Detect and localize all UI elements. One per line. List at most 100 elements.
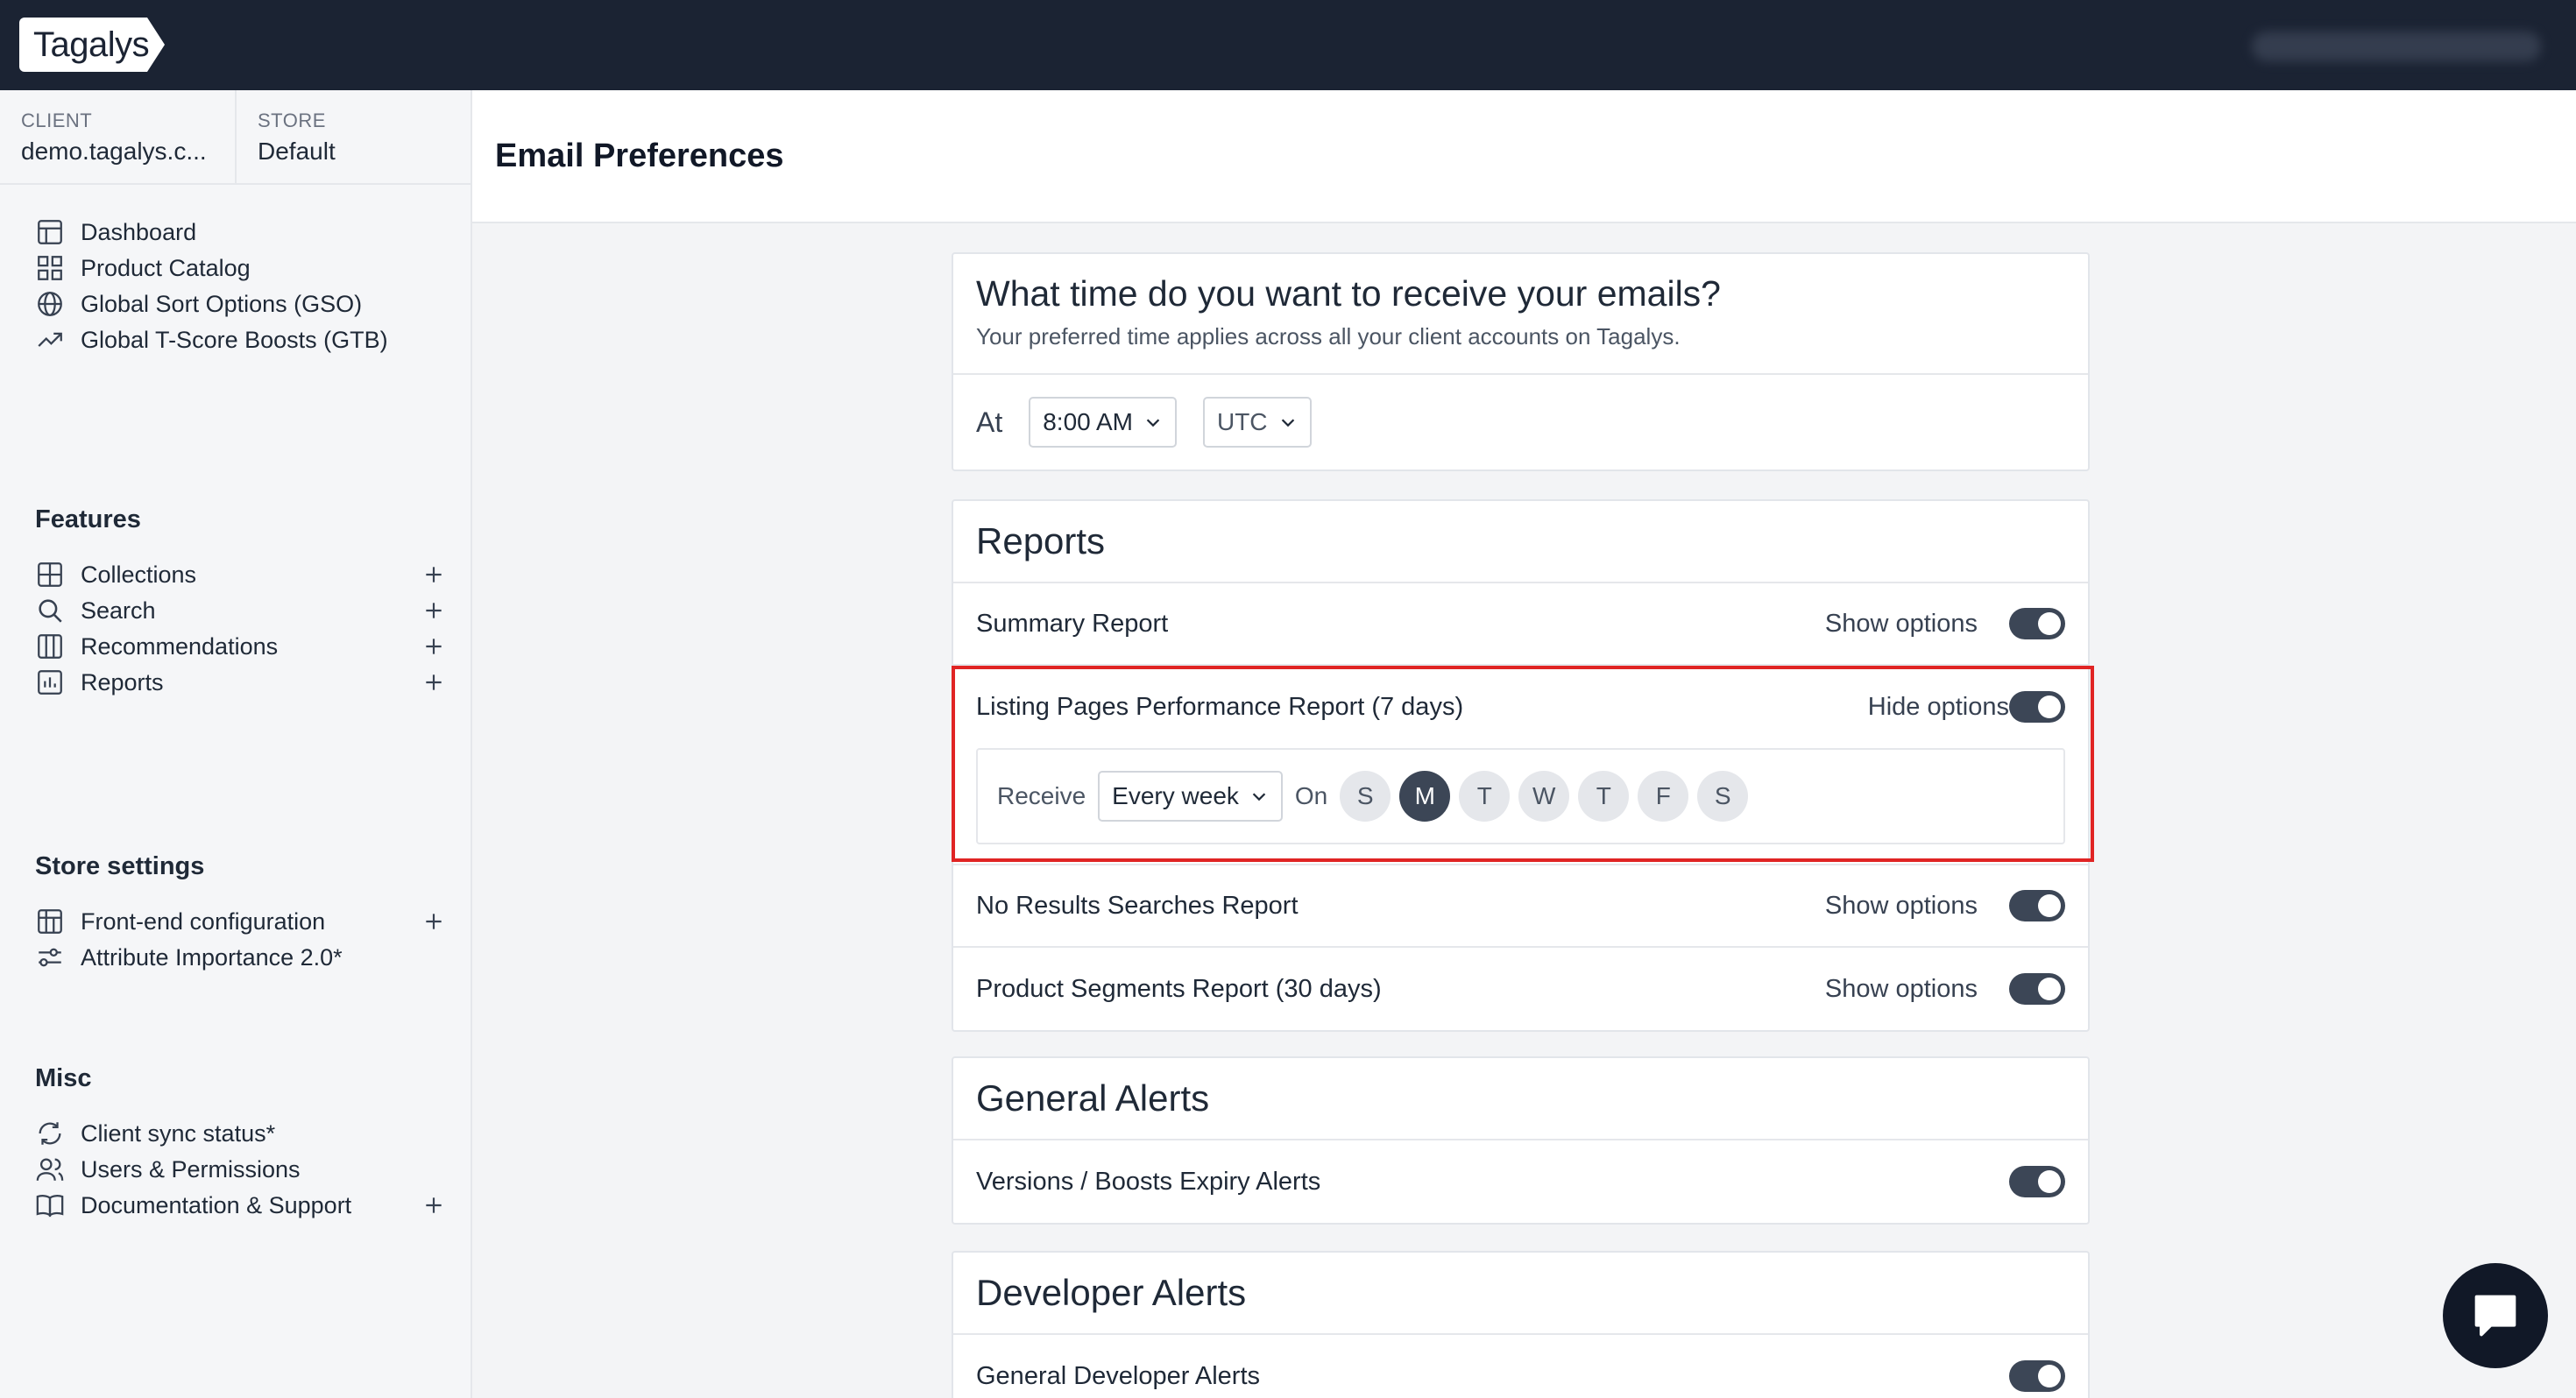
expand-plus-icon[interactable] <box>421 908 447 935</box>
chat-widget-button[interactable] <box>2443 1263 2548 1368</box>
user-menu-blurred[interactable] <box>2252 32 2541 61</box>
day-toggle-thursday[interactable]: T <box>1578 771 1630 822</box>
expand-plus-icon[interactable] <box>421 633 447 660</box>
sidebar-item-collections[interactable]: Collections <box>35 555 447 594</box>
collections-icon <box>35 560 65 590</box>
sidebar-item-documentation-support[interactable]: Documentation & Support <box>35 1186 447 1225</box>
alert-toggle[interactable] <box>2009 1360 2065 1392</box>
report-toggle[interactable] <box>2009 608 2065 639</box>
hide-options-button[interactable]: Hide options <box>1868 693 2009 722</box>
report-row-listing-pages: Listing Pages Performance Report (7 days… <box>953 666 2088 865</box>
sliders-icon <box>35 943 65 972</box>
users-icon <box>35 1154 65 1184</box>
day-toggle-friday[interactable]: F <box>1638 771 1689 822</box>
receive-label: Receive <box>997 782 1086 809</box>
sidebar-item-dashboard[interactable]: Dashboard <box>35 213 447 251</box>
reports-title: Reports <box>976 520 1106 561</box>
day-toggle-sunday[interactable]: S <box>1340 771 1391 822</box>
on-label: On <box>1294 782 1328 809</box>
reports-card-header: Reports <box>953 501 2088 583</box>
sidebar: CLIENT demo.tagalys.c... STORE Default D… <box>0 90 472 1398</box>
sidebar-item-attribute-importance[interactable]: Attribute Importance 2.0* <box>35 938 447 977</box>
sidebar-item-front-end-configuration[interactable]: Front-end configuration <box>35 902 447 941</box>
chat-icon <box>2474 1295 2516 1337</box>
sidebar-item-product-catalog[interactable]: Product Catalog <box>35 249 447 287</box>
client-switcher[interactable]: CLIENT demo.tagalys.c... <box>21 109 235 166</box>
email-time-card: What time do you want to receive your em… <box>952 252 2090 471</box>
time-select[interactable]: 8:00 AM <box>1029 397 1177 448</box>
day-toggle-saturday[interactable]: S <box>1697 771 1749 822</box>
sidebar-item-label: Users & Permissions <box>81 1155 301 1183</box>
report-toggle[interactable] <box>2009 691 2065 723</box>
sidebar-item-label: Documentation & Support <box>81 1191 352 1218</box>
show-options-button[interactable]: Show options <box>1825 975 1978 1004</box>
expand-plus-icon[interactable] <box>421 561 447 588</box>
expand-plus-icon[interactable] <box>421 1192 447 1218</box>
developer-alerts-title: Developer Alerts <box>976 1272 1247 1313</box>
sidebar-item-recommendations[interactable]: Recommendations <box>35 627 447 666</box>
report-name: Summary Report <box>976 609 1169 638</box>
sidebar-item-label: Product Catalog <box>81 254 251 281</box>
store-switcher[interactable]: STORE Default <box>258 109 336 166</box>
sidebar-item-label: Recommendations <box>81 632 279 660</box>
show-options-button[interactable]: Show options <box>1825 610 1978 639</box>
trending-up-icon <box>35 325 65 355</box>
sidebar-item-label: Client sync status* <box>81 1119 276 1147</box>
day-toggle-tuesday[interactable]: T <box>1459 771 1511 822</box>
store-value: Default <box>258 138 336 165</box>
time-select-value: 8:00 AM <box>1043 408 1133 435</box>
show-options-button[interactable]: Show options <box>1825 892 1978 921</box>
toggle-knob <box>2038 612 2061 635</box>
report-row-product-segments: Product Segments Report (30 days) Show o… <box>953 948 2088 1030</box>
toggle-knob <box>2038 894 2061 917</box>
report-name: No Results Searches Report <box>976 891 1299 920</box>
sidebar-item-label: Collections <box>81 561 197 588</box>
toggle-knob <box>2038 1365 2061 1387</box>
expand-plus-icon[interactable] <box>421 669 447 695</box>
expand-plus-icon[interactable] <box>421 597 447 624</box>
tagalys-logo[interactable]: Tagalys <box>19 18 165 72</box>
features-section-title: Features <box>35 505 141 533</box>
alert-name: General Developer Alerts <box>976 1361 1260 1390</box>
context-divider <box>235 90 237 183</box>
chevron-down-icon <box>1252 793 1266 801</box>
store-label: STORE <box>258 109 326 131</box>
developer-alerts-card: Developer Alerts General Developer Alert… <box>952 1251 2090 1398</box>
alert-name: Versions / Boosts Expiry Alerts <box>976 1167 1321 1196</box>
context-switcher: CLIENT demo.tagalys.c... STORE Default <box>0 90 471 185</box>
misc-section-title: Misc <box>35 1064 92 1092</box>
sidebar-item-gtb[interactable]: Global T-Score Boosts (GTB) <box>35 321 447 359</box>
client-value: demo.tagalys.c... <box>21 138 207 165</box>
timezone-select-value: UTC <box>1216 408 1268 435</box>
toggle-knob <box>2038 1170 2061 1193</box>
alert-toggle[interactable] <box>2009 1166 2065 1197</box>
general-alerts-card: General Alerts Versions / Boosts Expiry … <box>952 1056 2090 1225</box>
timezone-select[interactable]: UTC <box>1202 397 1312 448</box>
sidebar-item-client-sync-status[interactable]: Client sync status* <box>35 1114 447 1153</box>
day-toggle-monday[interactable]: M <box>1399 771 1451 822</box>
general-alerts-title: General Alerts <box>976 1077 1210 1119</box>
report-toggle[interactable] <box>2009 890 2065 921</box>
sidebar-item-reports[interactable]: Reports <box>35 663 447 702</box>
alert-row-versions-boosts: Versions / Boosts Expiry Alerts <box>953 1140 2088 1223</box>
sidebar-item-users-permissions[interactable]: Users & Permissions <box>35 1150 447 1189</box>
sidebar-item-label: Front-end configuration <box>81 907 326 935</box>
chevron-down-icon <box>1146 419 1160 427</box>
report-toggle[interactable] <box>2009 973 2065 1005</box>
book-icon <box>35 1190 65 1220</box>
day-toggle-wednesday[interactable]: W <box>1518 771 1570 822</box>
report-row-listing-pages-header: Listing Pages Performance Report (7 days… <box>976 666 2065 748</box>
time-card-controls: At 8:00 AM UTC <box>953 375 2088 470</box>
time-card-title: What time do you want to receive your em… <box>976 273 1721 314</box>
top-bar: Tagalys <box>0 0 2576 90</box>
frequency-select[interactable]: Every week <box>1098 771 1283 822</box>
report-name: Listing Pages Performance Report (7 days… <box>976 692 1464 721</box>
alert-row-general-developer: General Developer Alerts <box>953 1335 2088 1398</box>
bar-chart-icon <box>35 667 65 697</box>
sidebar-item-search[interactable]: Search <box>35 591 447 630</box>
globe-icon <box>35 289 65 319</box>
toggle-knob <box>2038 978 2061 1000</box>
developer-alerts-header: Developer Alerts <box>953 1253 2088 1335</box>
sidebar-item-gso[interactable]: Global Sort Options (GSO) <box>35 285 447 323</box>
layout-icon <box>35 907 65 936</box>
